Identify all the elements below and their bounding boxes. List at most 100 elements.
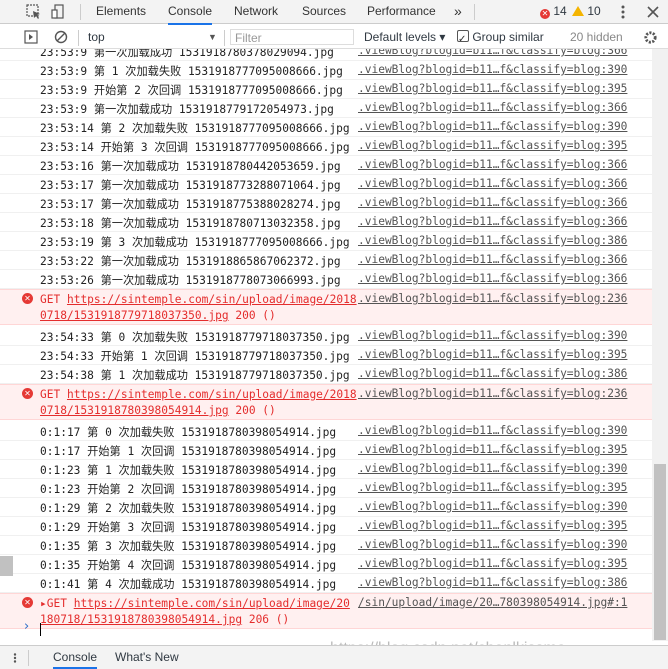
log-message: 23:54:38 第 1 次加载成功 1531918779718037350.j… [40, 369, 350, 382]
source-link[interactable]: .viewBlog?blogid=b11…f&classify=blog:395 [358, 443, 627, 456]
chevron-down-icon: ▼ [208, 32, 217, 42]
source-link[interactable]: .viewBlog?blogid=b11…f&classify=blog:386 [358, 234, 627, 247]
source-link[interactable]: .viewBlog?blogid=b11…f&classify=blog:236 [358, 387, 627, 400]
source-link[interactable]: .viewBlog?blogid=b11…f&classify=blog:390 [358, 500, 627, 513]
source-link[interactable]: .viewBlog?blogid=b11…f&classify=blog:390 [358, 538, 627, 551]
clear-console-icon[interactable] [54, 30, 68, 44]
context-selector[interactable]: top ▼ [88, 26, 218, 49]
log-row: 0:1:41 第 4 次加载成功 1531918780398054914.jpg… [0, 574, 652, 593]
source-link[interactable]: .viewBlog?blogid=b11…f&classify=blog:390 [358, 63, 627, 76]
more-options-icon[interactable] [615, 4, 631, 20]
toolbar-divider [28, 650, 29, 666]
tab-sources[interactable]: Sources [302, 0, 346, 23]
hidden-count: 20 hidden [570, 30, 623, 44]
scrollbar-thumb[interactable] [654, 464, 666, 640]
close-icon[interactable] [645, 4, 661, 20]
log-message: 0:1:35 第 3 次加载失败 1531918780398054914.jpg [40, 540, 337, 553]
log-row: 23:53:14 第 2 次加载失败 1531918777095008666.j… [0, 118, 652, 137]
source-link[interactable]: .viewBlog?blogid=b11…f&classify=blog:366 [358, 196, 627, 209]
log-row: 23:53:14 开始第 3 次回调 1531918777095008666.j… [0, 137, 652, 156]
source-link[interactable]: .viewBlog?blogid=b11…f&classify=blog:366 [358, 253, 627, 266]
log-row: 0:1:29 开始第 3 次回调 1531918780398054914.jpg… [0, 517, 652, 536]
source-link[interactable]: .viewBlog?blogid=b11…f&classify=blog:366 [358, 215, 627, 228]
device-toolbar-icon[interactable] [50, 4, 66, 20]
context-value: top [88, 30, 105, 44]
source-link[interactable]: .viewBlog?blogid=b11…f&classify=blog:366 [358, 49, 627, 57]
source-link[interactable]: .viewBlog?blogid=b11…f&classify=blog:390 [358, 120, 627, 133]
error-url-link-cont[interactable]: 0718/1531918780398054914.jpg [40, 404, 229, 417]
source-link[interactable]: .viewBlog?blogid=b11…f&classify=blog:236 [358, 292, 627, 305]
console-log-list[interactable]: 23:53:9 第一次加载成功 1531918780378029094.jpg.… [0, 49, 652, 641]
filter-input[interactable]: Filter [230, 29, 354, 45]
source-link[interactable]: .viewBlog?blogid=b11…f&classify=blog:390 [358, 329, 627, 342]
error-row: ✕ GET https://sintemple.com/sin/upload/im… [0, 384, 652, 420]
source-link[interactable]: .viewBlog?blogid=b11…f&classify=blog:366 [358, 158, 627, 171]
source-link[interactable]: .viewBlog?blogid=b11…f&classify=blog:366 [358, 101, 627, 114]
toolbar-divider [474, 4, 475, 20]
default-levels-dropdown[interactable]: Default levels ▾ [364, 26, 445, 49]
toolbar-divider [80, 4, 81, 20]
source-link[interactable]: .viewBlog?blogid=b11…f&classify=blog:395 [358, 82, 627, 95]
left-scroll-indicator [0, 556, 13, 576]
drawer-tab-console[interactable]: Console [53, 646, 98, 669]
source-link[interactable]: .viewBlog?blogid=b11…f&classify=blog:395 [358, 519, 627, 532]
log-message: 23:53:9 第 1 次加载失败 1531918777095008666.jp… [40, 65, 343, 78]
log-message: 23:53:9 开始第 2 次回调 1531918777095008666.jp… [40, 84, 343, 97]
error-method: GET [40, 388, 61, 401]
tab-elements[interactable]: Elements [96, 0, 146, 23]
more-tabs-button[interactable]: » [454, 0, 462, 23]
error-icon: ✕ [22, 293, 33, 304]
log-row: 0:1:17 开始第 1 次回调 1531918780398054914.jpg… [0, 441, 652, 460]
log-row: 23:53:17 第一次加载成功 1531918773288071064.jpg… [0, 175, 652, 194]
source-link[interactable]: .viewBlog?blogid=b11…f&classify=blog:390 [358, 462, 627, 475]
log-row: 23:53:9 第一次加载成功 1531918780378029094.jpg.… [0, 49, 652, 61]
log-row: 23:54:38 第 1 次加载成功 1531918779718037350.j… [0, 365, 652, 384]
source-link[interactable]: .viewBlog?blogid=b11…f&classify=blog:390 [358, 424, 627, 437]
tab-performance[interactable]: Performance [367, 0, 436, 23]
gear-icon[interactable] [643, 30, 658, 45]
drawer-menu-icon[interactable] [10, 653, 20, 663]
log-row: 23:53:9 开始第 2 次回调 1531918777095008666.jp… [0, 80, 652, 99]
log-row: 23:53:26 第一次加载成功 1531918778073066993.jpg… [0, 270, 652, 289]
log-row: 23:53:9 第 1 次加载失败 1531918777095008666.jp… [0, 61, 652, 80]
error-url-link[interactable]: https://sintemple.com/sin/upload/image/2… [67, 388, 357, 401]
devtools-topbar: Elements Console Network Sources Perform… [0, 0, 668, 25]
log-row: 23:53:19 第 3 次加载成功 1531918777095008666.j… [0, 232, 652, 251]
log-row: 23:53:17 第一次加载成功 1531918775388028274.jpg… [0, 194, 652, 213]
log-message: 23:53:9 第一次加载成功 1531918780378029094.jpg [40, 49, 334, 59]
drawer-tabbar: Console What's New [0, 645, 668, 669]
error-row: ✕ GET https://sintemple.com/sin/upload/im… [0, 289, 652, 325]
console-toolbar: top ▼ Filter Default levels ▾ Group simi… [0, 26, 668, 51]
source-link[interactable]: .viewBlog?blogid=b11…f&classify=blog:386 [358, 576, 627, 589]
log-row: 0:1:23 开始第 2 次回调 1531918780398054914.jpg… [0, 479, 652, 498]
log-message: 23:54:33 开始第 1 次回调 1531918779718037350.j… [40, 350, 350, 363]
error-status: 200 () [235, 404, 276, 417]
source-link[interactable]: .viewBlog?blogid=b11…f&classify=blog:366 [358, 177, 627, 190]
group-similar-toggle[interactable]: Group similar [457, 26, 544, 51]
error-url-link[interactable]: https://sintemple.com/sin/upload/image/2… [67, 293, 357, 306]
source-link[interactable]: .viewBlog?blogid=b11…f&classify=blog:395 [358, 481, 627, 494]
error-url-link-cont[interactable]: 0718/1531918779718037350.jpg [40, 309, 229, 322]
tab-network[interactable]: Network [234, 0, 278, 23]
toolbar-divider [224, 30, 225, 46]
error-message: GET https://sintemple.com/sin/upload/ima… [40, 292, 357, 324]
show-sidebar-icon[interactable] [24, 30, 38, 44]
console-prompt[interactable]: › [0, 619, 652, 639]
log-row: 0:1:35 开始第 4 次回调 1531918780398054914.jpg… [0, 555, 652, 574]
log-row: 0:1:23 第 1 次加载失败 1531918780398054914.jpg… [0, 460, 652, 479]
source-link[interactable]: .viewBlog?blogid=b11…f&classify=blog:395 [358, 557, 627, 570]
inspect-element-icon[interactable] [26, 4, 42, 20]
source-link[interactable]: .viewBlog?blogid=b11…f&classify=blog:395 [358, 348, 627, 361]
source-link[interactable]: /sin/upload/image/20…780398054914.jpg#:1 [358, 596, 627, 609]
warning-count: 10 [587, 4, 601, 18]
tab-console[interactable]: Console [168, 0, 213, 25]
source-link[interactable]: .viewBlog?blogid=b11…f&classify=blog:366 [358, 272, 627, 285]
vertical-scrollbar[interactable] [652, 49, 668, 641]
log-message: 23:53:19 第 3 次加载成功 1531918777095008666.j… [40, 236, 350, 249]
error-counter[interactable]: ✕ 14 [540, 0, 567, 23]
error-url-link[interactable]: https://sintemple.com/sin/upload/image/2… [74, 597, 350, 610]
source-link[interactable]: .viewBlog?blogid=b11…f&classify=blog:395 [358, 139, 627, 152]
source-link[interactable]: .viewBlog?blogid=b11…f&classify=blog:386 [358, 367, 627, 380]
drawer-tab-whats-new[interactable]: What's New [115, 646, 179, 669]
warning-counter[interactable]: 10 [572, 0, 601, 23]
